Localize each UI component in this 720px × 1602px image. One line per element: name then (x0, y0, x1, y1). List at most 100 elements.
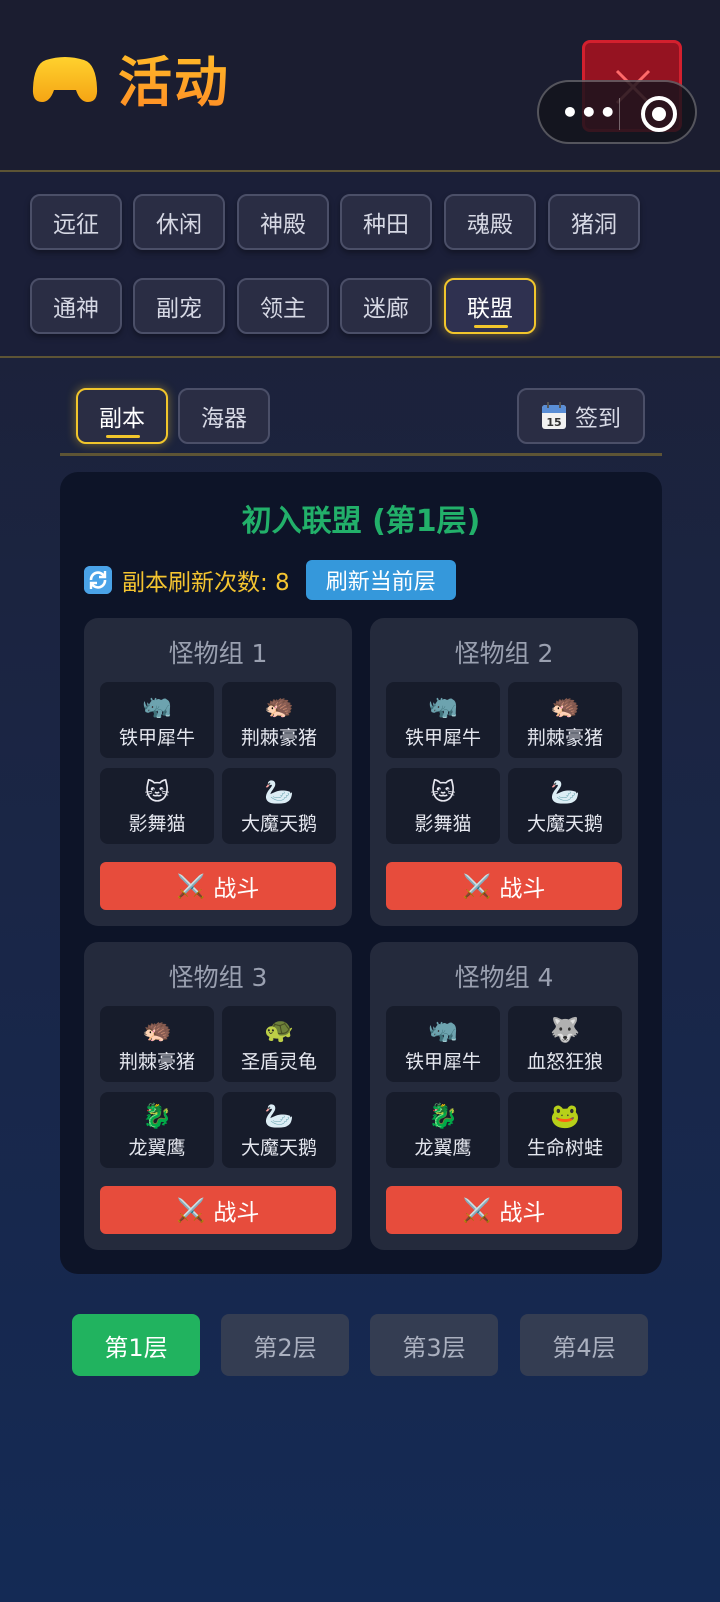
monster-card: 🐱 影舞猫 (386, 768, 500, 844)
tab-temple[interactable]: 神殿 (237, 194, 329, 250)
monster-name: 铁甲犀牛 (118, 726, 195, 749)
page-title-group: 活动 (32, 38, 230, 117)
monster-group-2: 怪物组 2 🦏 铁甲犀牛 🦔 荆棘豪猪 🐱 影舞猫 🦢 大魔天鹅 ⚔️ 战斗 (370, 618, 638, 926)
monster-card: 🐺 血怒狂狼 (508, 1006, 622, 1082)
tab-pig-cave[interactable]: 猪洞 (548, 194, 640, 250)
tab-sub-pet[interactable]: 副宠 (133, 278, 225, 334)
calendar-icon: 15 (542, 402, 566, 429)
calendar-day: 15 (546, 416, 561, 429)
gamepad-icon (32, 56, 98, 102)
tab-expedition[interactable]: 远征 (30, 194, 122, 250)
category-tabs: 远征 休闲 神殿 种田 魂殿 猪洞 通神 副宠 领主 迷廊 联盟 (0, 174, 720, 358)
tab-lord[interactable]: 领主 (237, 278, 329, 334)
rhino-icon: 🦏 (428, 691, 458, 720)
monster-group-3: 怪物组 3 🦔 荆棘豪猪 🐢 圣盾灵龟 🐉 龙翼鹰 🦢 大魔天鹅 ⚔️ 战斗 (84, 942, 352, 1250)
hedgehog-icon: 🦔 (264, 691, 294, 720)
monster-card: 🐉 龙翼鹰 (100, 1092, 214, 1168)
cat-icon: 🐱 (430, 777, 456, 806)
tab-leisure[interactable]: 休闲 (133, 194, 225, 250)
fight-label: 战斗 (213, 1200, 260, 1226)
target-icon[interactable] (641, 96, 677, 132)
more-dots-icon[interactable]: ••• (561, 99, 618, 127)
floor-button-2[interactable]: 第2层 (221, 1314, 349, 1376)
top-header: 活动 ••• (0, 0, 720, 172)
monster-name: 铁甲犀牛 (404, 726, 481, 749)
miniprogram-capsule: ••• (537, 80, 697, 144)
fight-button[interactable]: ⚔️ 战斗 (386, 862, 622, 910)
tab-farming[interactable]: 种田 (340, 194, 432, 250)
fight-button[interactable]: ⚔️ 战斗 (386, 1186, 622, 1234)
monster-group-4: 怪物组 4 🦏 铁甲犀牛 🐺 血怒狂狼 🐉 龙翼鹰 🐸 生命树蛙 ⚔️ 战斗 (370, 942, 638, 1250)
monster-group-1: 怪物组 1 🦏 铁甲犀牛 🦔 荆棘豪猪 🐱 影舞猫 🦢 大魔天鹅 ⚔️ 战斗 (84, 618, 352, 926)
dragon-icon: 🐉 (142, 1101, 172, 1130)
monster-card: 🐸 生命树蛙 (508, 1092, 622, 1168)
monster-card: 🐱 影舞猫 (100, 768, 214, 844)
signin-button[interactable]: 15 签到 (517, 388, 645, 444)
monster-card: 🦏 铁甲犀牛 (100, 682, 214, 758)
subtab-sea-artifact[interactable]: 海器 (178, 388, 270, 444)
refresh-floor-button[interactable]: 刷新当前层 (305, 560, 456, 600)
fight-label: 战斗 (499, 876, 546, 902)
monster-name: 龙翼鹰 (128, 1136, 186, 1159)
fight-label: 战斗 (499, 1200, 546, 1226)
dungeon-title: 初入联盟 (第1层) (241, 504, 481, 539)
monster-card: 🦔 荆棘豪猪 (508, 682, 622, 758)
monster-card: 🦢 大魔天鹅 (222, 1092, 336, 1168)
sub-nav: 副本 海器 15 签到 (60, 378, 662, 456)
swan-icon: 🦢 (264, 1101, 294, 1130)
tab-divine[interactable]: 通神 (30, 278, 122, 334)
monster-name: 荆棘豪猪 (118, 1050, 195, 1073)
monster-card: 🦢 大魔天鹅 (222, 768, 336, 844)
monster-card: 🐉 龙翼鹰 (386, 1092, 500, 1168)
monster-name: 影舞猫 (414, 812, 472, 835)
turtle-icon: 🐢 (264, 1015, 294, 1044)
refresh-row: 副本刷新次数: 8 刷新当前层 (84, 560, 456, 600)
monster-card: 🐢 圣盾灵龟 (222, 1006, 336, 1082)
capsule-divider (619, 98, 620, 130)
wolf-icon: 🐺 (550, 1015, 580, 1044)
monster-card: 🦔 荆棘豪猪 (100, 1006, 214, 1082)
refresh-count: 副本刷新次数: 8 (122, 570, 290, 596)
monster-name: 荆棘豪猪 (240, 726, 317, 749)
group-title: 怪物组 4 (454, 963, 554, 992)
cat-icon: 🐱 (144, 777, 170, 806)
monster-name: 生命树蛙 (526, 1136, 603, 1159)
monster-name: 大魔天鹅 (526, 812, 603, 835)
monster-name: 圣盾灵龟 (240, 1050, 317, 1073)
frog-icon: 🐸 (550, 1101, 580, 1130)
rhino-icon: 🦏 (142, 691, 172, 720)
monster-name: 龙翼鹰 (414, 1136, 472, 1159)
monster-name: 血怒狂狼 (526, 1050, 603, 1073)
monster-card: 🦢 大魔天鹅 (508, 768, 622, 844)
crossed-swords-icon: ⚔️ (462, 873, 492, 900)
tab-maze[interactable]: 迷廊 (340, 278, 432, 334)
group-title: 怪物组 1 (168, 639, 268, 668)
dungeon-panel: 初入联盟 (第1层) 副本刷新次数: 8 刷新当前层 怪物组 1 🦏 铁甲犀牛 … (60, 472, 662, 1274)
fight-label: 战斗 (213, 876, 260, 902)
crossed-swords-icon: ⚔️ (176, 873, 206, 900)
group-title: 怪物组 2 (454, 639, 554, 668)
fight-button[interactable]: ⚔️ 战斗 (100, 862, 336, 910)
tab-alliance[interactable]: 联盟 (444, 278, 536, 334)
rhino-icon: 🦏 (428, 1015, 458, 1044)
swan-icon: 🦢 (264, 777, 294, 806)
monster-card: 🦏 铁甲犀牛 (386, 1006, 500, 1082)
dragon-icon: 🐉 (428, 1101, 458, 1130)
monster-name: 大魔天鹅 (240, 1136, 317, 1159)
hedgehog-icon: 🦔 (550, 691, 580, 720)
crossed-swords-icon: ⚔️ (176, 1197, 206, 1224)
fight-button[interactable]: ⚔️ 战斗 (100, 1186, 336, 1234)
crossed-swords-icon: ⚔️ (462, 1197, 492, 1224)
floor-button-1[interactable]: 第1层 (72, 1314, 200, 1376)
monster-name: 影舞猫 (128, 812, 186, 835)
subtab-dungeon[interactable]: 副本 (76, 388, 168, 444)
monster-card: 🦏 铁甲犀牛 (386, 682, 500, 758)
monster-card: 🦔 荆棘豪猪 (222, 682, 336, 758)
floor-button-4[interactable]: 第4层 (520, 1314, 648, 1376)
signin-label: 签到 (575, 406, 621, 432)
monster-name: 铁甲犀牛 (404, 1050, 481, 1073)
tab-soul-hall[interactable]: 魂殿 (444, 194, 536, 250)
monster-name: 荆棘豪猪 (526, 726, 603, 749)
floor-button-3[interactable]: 第3层 (370, 1314, 498, 1376)
monster-name: 大魔天鹅 (240, 812, 317, 835)
